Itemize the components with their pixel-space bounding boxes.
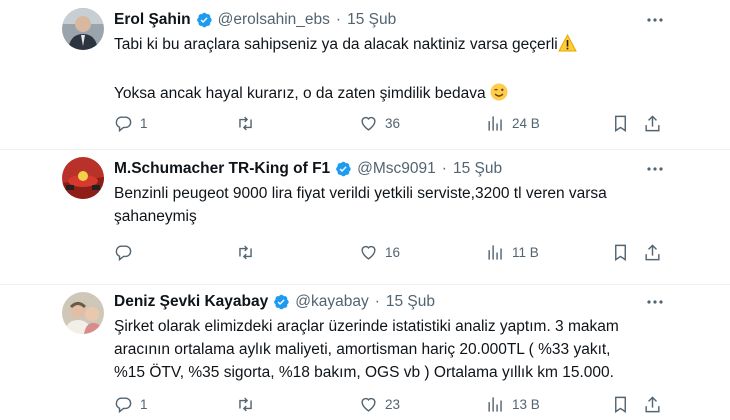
reply-count: 1 — [140, 115, 148, 131]
tweet-date[interactable]: 15 Şub — [347, 11, 396, 29]
reply-icon — [115, 115, 132, 132]
like-button[interactable]: 23 — [359, 393, 400, 415]
views-count: 11 B — [512, 244, 539, 260]
share-icon — [645, 395, 660, 412]
share-icon — [645, 114, 660, 131]
tweet[interactable]: M.Schumacher TR-King of F1 @Msc9091 · 15… — [0, 150, 730, 285]
analytics-icon — [488, 115, 502, 131]
retweet-icon — [239, 245, 252, 259]
bookmark-icon — [615, 244, 626, 261]
heart-icon — [361, 397, 376, 412]
like-count: 36 — [385, 115, 401, 131]
retweet-button[interactable] — [236, 393, 262, 415]
author-name[interactable]: Erol Şahin — [114, 11, 191, 29]
bookmark-icon — [615, 396, 626, 413]
avatar[interactable] — [62, 8, 104, 50]
like-button[interactable]: 36 — [359, 112, 400, 134]
avatar[interactable] — [62, 157, 104, 199]
tweet-text-line: Yoksa ancak hayal kurarız, o da zaten şi… — [114, 85, 486, 102]
bookmark-button[interactable] — [611, 112, 630, 134]
tweet[interactable]: Erol Şahin @erolsahin_ebs · 15 Şub Tabi … — [0, 0, 730, 150]
tweet-text: Benzinli peugeot 9000 lira fiyat verildi… — [114, 182, 714, 228]
views-button[interactable]: 13 B — [486, 393, 540, 415]
share-button[interactable] — [643, 241, 662, 263]
share-button[interactable] — [643, 112, 662, 134]
verified-badge-icon — [272, 293, 290, 311]
retweet-icon — [239, 397, 252, 411]
author-name[interactable]: Deniz Şevki Kayabay — [114, 293, 268, 311]
more-options-icon[interactable] — [645, 10, 665, 30]
tweet-text-paragraph: Şirket olarak elimizdeki araçlar üzerind… — [114, 318, 619, 381]
more-options-icon[interactable] — [645, 159, 665, 179]
more-options-icon[interactable] — [645, 292, 665, 312]
tweet-text-line: Tabi ki bu araçlara sahipseniz ya da ala… — [114, 36, 558, 53]
separator: · — [374, 293, 380, 310]
heart-icon — [361, 245, 376, 260]
author-handle[interactable]: @kayabay — [295, 293, 368, 311]
tweet-text: Şirket olarak elimizdeki araçlar üzerind… — [114, 315, 714, 384]
retweet-button[interactable] — [236, 112, 262, 134]
reply-icon — [115, 244, 132, 261]
tweet-date[interactable]: 15 Şub — [386, 293, 435, 311]
tweet[interactable]: Deniz Şevki Kayabay @kayabay · 15 Şub Şi… — [0, 285, 730, 420]
author-handle[interactable]: @Msc9091 — [357, 160, 436, 178]
author-name[interactable]: M.Schumacher TR-King of F1 — [114, 160, 330, 178]
views-count: 24 B — [512, 115, 540, 131]
like-count: 23 — [385, 396, 401, 412]
verified-badge-icon — [334, 160, 352, 178]
analytics-icon — [488, 244, 502, 260]
separator: · — [335, 11, 342, 28]
like-count: 16 — [385, 244, 401, 260]
bookmark-button[interactable] — [611, 393, 630, 415]
reply-icon — [115, 396, 132, 413]
retweet-icon — [239, 116, 252, 130]
views-count: 13 B — [512, 396, 540, 412]
heart-icon — [361, 116, 376, 131]
reply-button[interactable]: 1 — [114, 112, 148, 134]
retweet-button[interactable] — [236, 241, 262, 263]
winking-face-emoji-icon — [490, 83, 508, 108]
tweet-text: Tabi ki bu araçlara sahipseniz ya da ala… — [114, 33, 714, 108]
avatar[interactable] — [62, 292, 104, 334]
analytics-icon — [488, 396, 502, 412]
author-handle[interactable]: @erolsahin_ebs — [218, 11, 330, 29]
verified-badge-icon — [195, 11, 213, 29]
reply-button[interactable]: 1 — [114, 393, 148, 415]
reply-count: 1 — [140, 396, 148, 412]
reply-button[interactable] — [114, 241, 140, 263]
share-icon — [645, 243, 660, 260]
tweet-text-paragraph: Benzinli peugeot 9000 lira fiyat verildi… — [114, 185, 607, 225]
warning-emoji-icon — [557, 33, 577, 59]
views-button[interactable]: 11 B — [486, 241, 539, 263]
separator: · — [441, 160, 447, 177]
tweet-date[interactable]: 15 Şub — [453, 160, 502, 178]
bookmark-icon — [615, 115, 626, 132]
views-button[interactable]: 24 B — [486, 112, 540, 134]
share-button[interactable] — [643, 393, 662, 415]
like-button[interactable]: 16 — [359, 241, 400, 263]
bookmark-button[interactable] — [611, 241, 630, 263]
